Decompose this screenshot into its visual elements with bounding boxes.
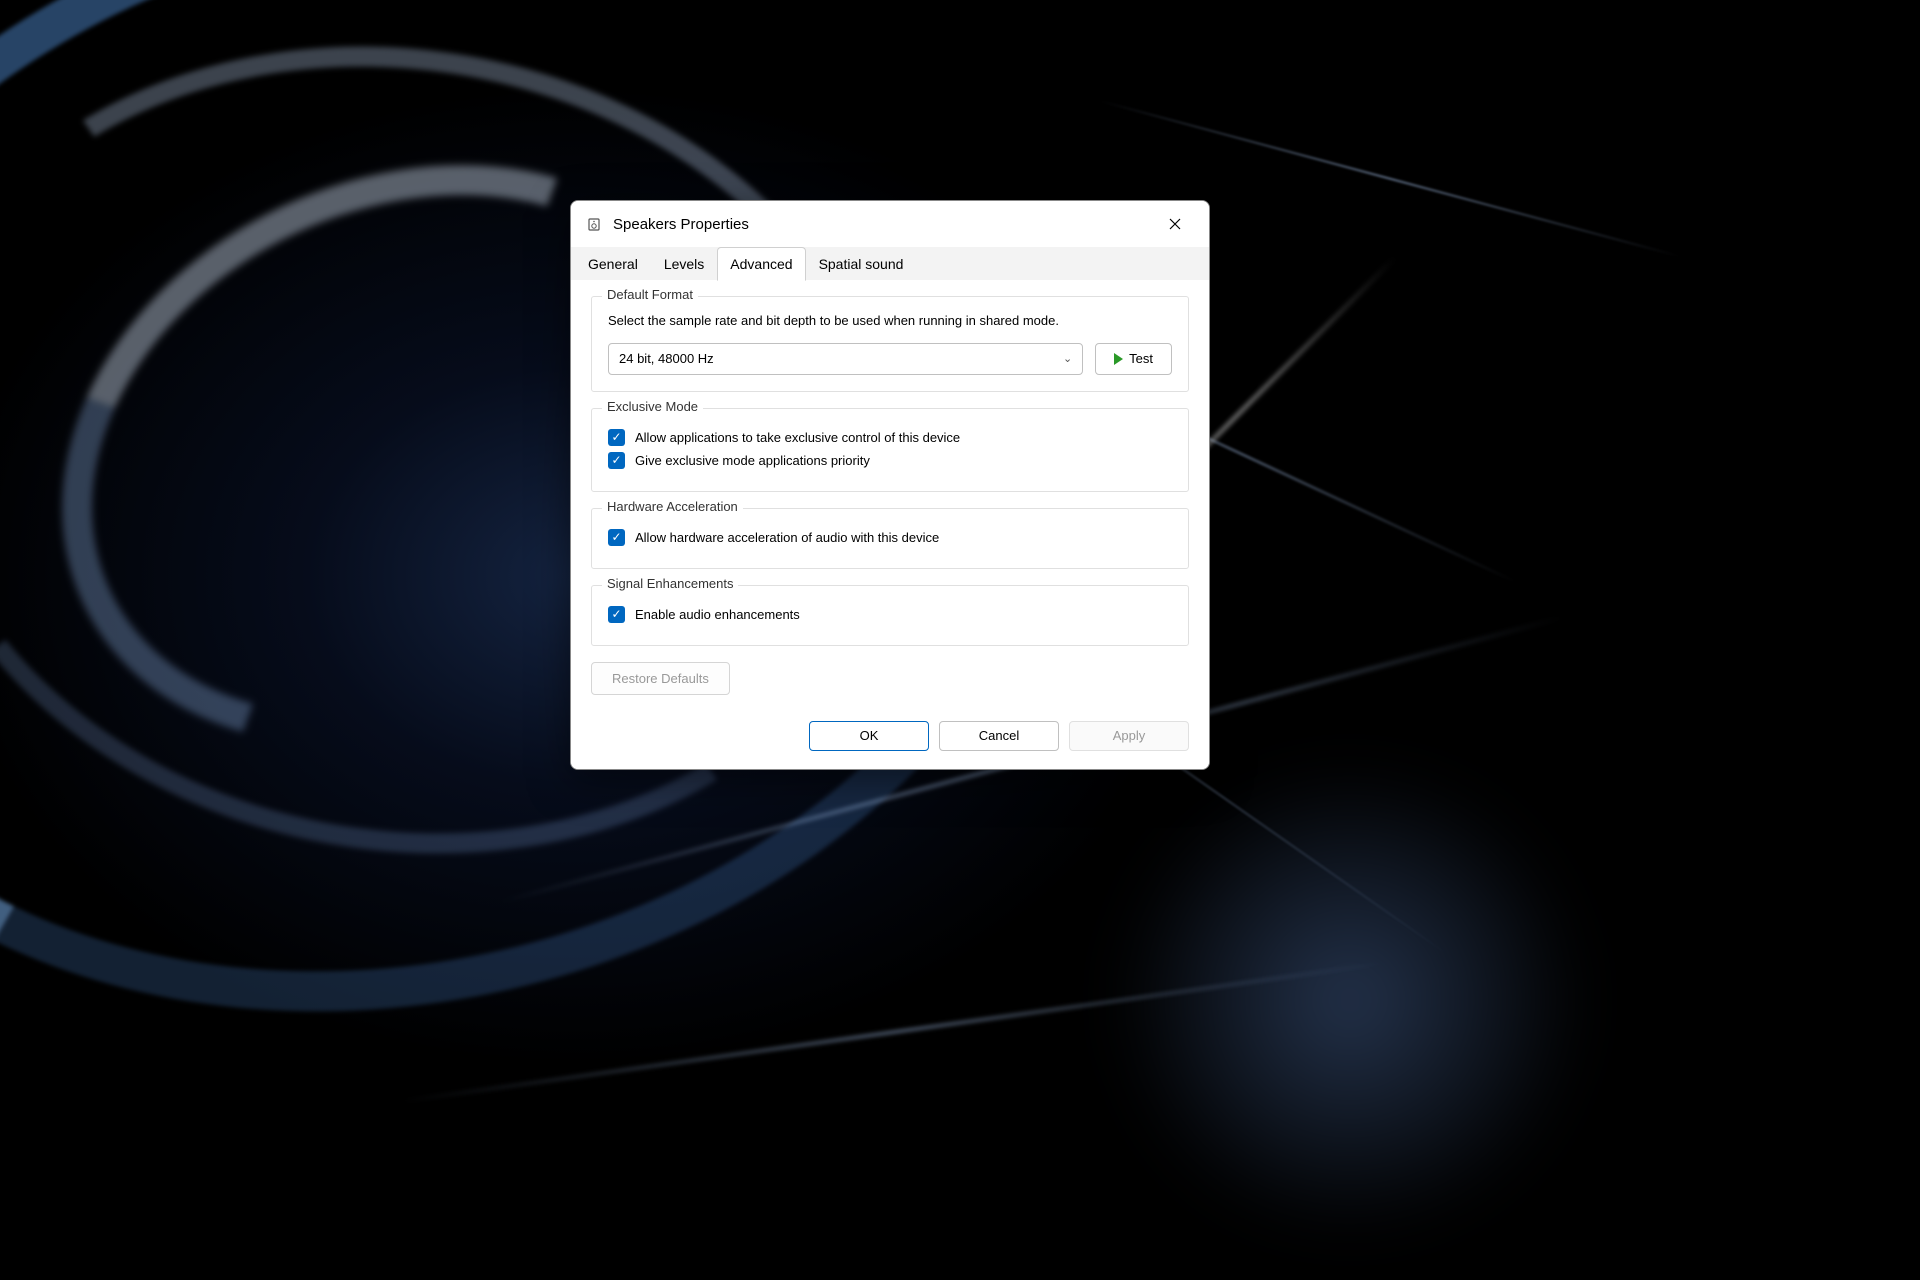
sample-rate-value: 24 bit, 48000 Hz: [619, 351, 714, 366]
hardware-acceleration-label: Hardware Acceleration: [602, 499, 743, 514]
close-icon: [1169, 218, 1181, 230]
dialog-footer: OK Cancel Apply: [571, 707, 1209, 769]
tab-levels[interactable]: Levels: [651, 247, 717, 281]
default-format-label: Default Format: [602, 287, 698, 302]
ok-button[interactable]: OK: [809, 721, 929, 751]
enable-enhancements-checkbox[interactable]: ✓: [608, 606, 625, 623]
titlebar: Speakers Properties: [571, 201, 1209, 247]
speaker-icon: [585, 215, 603, 233]
checkmark-icon: ✓: [611, 454, 621, 466]
give-priority-checkbox[interactable]: ✓: [608, 452, 625, 469]
hardware-acceleration-group: Hardware Acceleration ✓ Allow hardware a…: [591, 508, 1189, 569]
dialog-title: Speakers Properties: [613, 216, 1145, 233]
signal-enhancements-label: Signal Enhancements: [602, 576, 738, 591]
cancel-button[interactable]: Cancel: [939, 721, 1059, 751]
sample-rate-select[interactable]: 24 bit, 48000 Hz ⌄: [608, 343, 1083, 375]
allow-hw-accel-label[interactable]: Allow hardware acceleration of audio wit…: [635, 530, 939, 545]
checkmark-icon: ✓: [611, 531, 621, 543]
chevron-down-icon: ⌄: [1063, 352, 1072, 365]
tab-content: Default Format Select the sample rate an…: [571, 280, 1209, 707]
close-button[interactable]: [1155, 211, 1195, 237]
exclusive-mode-label: Exclusive Mode: [602, 399, 703, 414]
test-button-label: Test: [1129, 351, 1153, 366]
default-format-description: Select the sample rate and bit depth to …: [608, 311, 1172, 331]
default-format-group: Default Format Select the sample rate an…: [591, 296, 1189, 392]
checkmark-icon: ✓: [611, 431, 621, 443]
tab-advanced[interactable]: Advanced: [717, 247, 805, 281]
signal-enhancements-group: Signal Enhancements ✓ Enable audio enhan…: [591, 585, 1189, 646]
test-button[interactable]: Test: [1095, 343, 1172, 375]
exclusive-mode-group: Exclusive Mode ✓ Allow applications to t…: [591, 408, 1189, 492]
tab-spatial-sound[interactable]: Spatial sound: [806, 247, 917, 281]
restore-defaults-button[interactable]: Restore Defaults: [591, 662, 730, 695]
allow-exclusive-label[interactable]: Allow applications to take exclusive con…: [635, 430, 960, 445]
allow-hw-accel-checkbox[interactable]: ✓: [608, 529, 625, 546]
speakers-properties-dialog: Speakers Properties General Levels Advan…: [570, 200, 1210, 770]
checkmark-icon: ✓: [611, 608, 621, 620]
tab-general[interactable]: General: [575, 247, 651, 281]
allow-exclusive-checkbox[interactable]: ✓: [608, 429, 625, 446]
apply-button[interactable]: Apply: [1069, 721, 1189, 751]
give-priority-label[interactable]: Give exclusive mode applications priorit…: [635, 453, 870, 468]
enable-enhancements-label[interactable]: Enable audio enhancements: [635, 607, 800, 622]
play-icon: [1114, 353, 1123, 365]
tab-strip: General Levels Advanced Spatial sound: [571, 247, 1209, 280]
